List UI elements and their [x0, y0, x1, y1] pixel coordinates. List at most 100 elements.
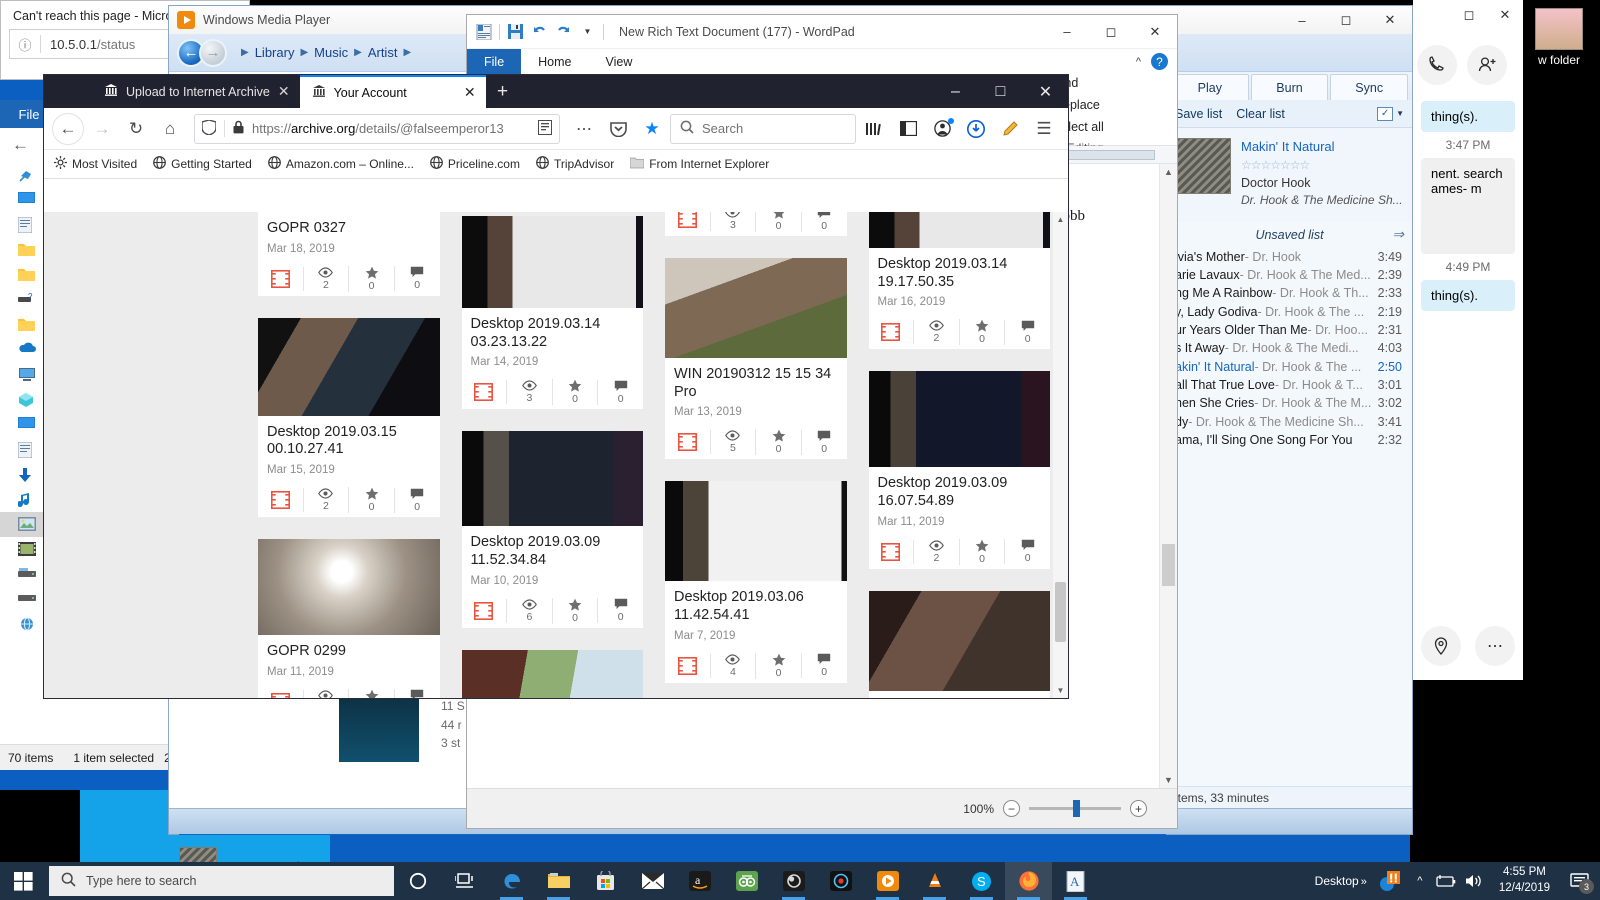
chat-window[interactable]: ◻ ✕ thing(s). 3:47 PM nent. search ames- m…: [1413, 0, 1523, 680]
star-bookmark-icon[interactable]: ★: [636, 113, 668, 145]
skype-icon[interactable]: S: [958, 862, 1005, 900]
wordpad-vertical-scrollbar[interactable]: ▲ ▼: [1159, 164, 1177, 788]
close-icon[interactable]: ✕: [464, 84, 476, 101]
playlist-item[interactable]: all That True Love - Dr. Hook & T... 3:01: [1167, 376, 1412, 394]
ellipsis-icon[interactable]: ⋯: [1475, 626, 1515, 666]
item-thumbnail[interactable]: [868, 212, 1050, 248]
archive-item-card[interactable]: Desktop 2019.03.14 03.23.13.22 Mar 14, 20…: [461, 216, 643, 410]
item-thumbnail[interactable]: [461, 431, 643, 527]
windows-start-icon[interactable]: [0, 862, 47, 900]
breadcrumb-music[interactable]: Music: [314, 45, 348, 60]
breadcrumb-library[interactable]: Library: [255, 45, 295, 60]
save-icon[interactable]: [507, 23, 524, 40]
firefox-close-button[interactable]: ✕: [1023, 75, 1068, 108]
mail-icon[interactable]: [629, 862, 676, 900]
media-app-icon[interactable]: [817, 862, 864, 900]
new-tab-button[interactable]: +: [486, 75, 520, 108]
breadcrumb-artist[interactable]: Artist: [368, 45, 398, 60]
item-thumbnail[interactable]: [665, 258, 847, 358]
tab-file[interactable]: File: [467, 49, 522, 74]
pocket-icon[interactable]: [602, 113, 634, 145]
vlc-icon[interactable]: [911, 862, 958, 900]
search-input[interactable]: Search: [670, 113, 856, 144]
wmp-minimize-button[interactable]: –: [1280, 5, 1324, 35]
now-playing-title[interactable]: Makin' It Natural: [1241, 138, 1403, 157]
action-center-warning-icon[interactable]: [1373, 862, 1407, 900]
wordpad-maximize-button[interactable]: ◻: [1089, 17, 1133, 47]
archive-item-card[interactable]: WIN 20190312 15 15 34 Pro Mar 13, 2019 5 0 0: [665, 258, 847, 460]
item-thumbnail[interactable]: [868, 590, 1050, 691]
windows-media-player-icon[interactable]: [864, 862, 911, 900]
playlist-item[interactable]: ur Years Older Than Me - Dr. Hoo... 2:31: [1167, 321, 1412, 339]
playlist-item[interactable]: ama, I'll Sing One Song For You 2:32: [1167, 431, 1412, 449]
redo-icon[interactable]: [555, 23, 572, 40]
archive-item-card[interactable]: GOPR 0327 Mar 18, 2019 2 0 0: [258, 212, 440, 296]
zoom-slider-thumb[interactable]: [1073, 800, 1080, 817]
bookmark-item-amazon-com-online[interactable]: Amazon.com – Online...: [267, 156, 414, 172]
zoom-slider[interactable]: [1029, 800, 1121, 817]
playlist-item[interactable]: dy - Dr. Hook & The Medicine Sh... 3:41: [1167, 412, 1412, 430]
item-title[interactable]: Desktop 2019.03.15 00.10.27.41: [267, 424, 431, 459]
page-actions-icon[interactable]: ⋯: [568, 113, 600, 145]
clear-list-button[interactable]: Clear list: [1236, 107, 1285, 121]
scrollbar-thumb[interactable]: [1162, 544, 1175, 586]
tab-home[interactable]: Home: [521, 49, 588, 74]
obs-icon[interactable]: [770, 862, 817, 900]
playlist-item[interactable]: arie Lavaux - Dr. Hook & The Med... 2:39: [1167, 266, 1412, 284]
battery-icon[interactable]: [1433, 862, 1459, 900]
save-list-button[interactable]: Save list: [1175, 107, 1222, 121]
search-input[interactable]: Type here to search: [49, 866, 394, 896]
firefox-minimize-button[interactable]: –: [933, 75, 978, 108]
task-view-icon[interactable]: [441, 862, 488, 900]
firefox-window[interactable]: Upload to Internet Archive ✕ Your Accoun…: [44, 75, 1068, 698]
item-thumbnail[interactable]: [665, 481, 847, 582]
item-title[interactable]: Desktop 2019.03.09 11.52.34.84: [471, 534, 635, 569]
padlock-icon[interactable]: [233, 120, 244, 137]
action-center-icon[interactable]: 3: [1560, 862, 1600, 900]
bookmark-item-from-internet-explorer[interactable]: From Internet Explorer: [629, 157, 769, 172]
bookmark-item-tripadvisor[interactable]: TripAdvisor: [536, 156, 614, 172]
location-pin-icon[interactable]: [1421, 626, 1461, 666]
edge-icon[interactable]: [488, 862, 535, 900]
back-arrow-icon[interactable]: ←: [12, 135, 29, 155]
bookmark-item-getting-started[interactable]: Getting Started: [153, 156, 252, 172]
microsoft-store-icon[interactable]: [582, 862, 629, 900]
scroll-down-arrow-icon[interactable]: ▼: [1053, 683, 1068, 698]
sidebar-icon[interactable]: [892, 113, 924, 145]
item-title[interactable]: GOPR 0299: [267, 643, 431, 661]
archive-item-card[interactable]: Desktop 2019.03.06 11.42.54.41 Mar 7, 201…: [665, 481, 847, 683]
downloads-icon[interactable]: [960, 113, 992, 145]
cortana-icon[interactable]: [394, 862, 441, 900]
tab-sync[interactable]: Sync: [1330, 74, 1409, 100]
playlist-expand-icon[interactable]: ⇒: [1392, 226, 1404, 243]
scroll-up-arrow-icon[interactable]: ▲: [1053, 212, 1068, 227]
amazon-icon[interactable]: a: [676, 862, 723, 900]
wmp-close-button[interactable]: ✕: [1368, 5, 1412, 35]
show-desktop-button[interactable]: Desktop »: [1309, 874, 1373, 888]
tab-play[interactable]: Play: [1171, 74, 1249, 100]
archive-item-card[interactable]: GOPR 0299Mar 11, 20191400: [258, 539, 440, 698]
tab-your-account[interactable]: Your Account ✕: [299, 75, 486, 108]
url-bar[interactable]: https://archive.org/details/@falseempero…: [194, 113, 560, 144]
home-icon[interactable]: ⌂: [154, 113, 186, 145]
archive-item-card[interactable]: Desktop 2019.03.15 00.10.27.41 Mar 15, 20…: [258, 317, 440, 518]
chat-close-button[interactable]: ✕: [1487, 0, 1523, 30]
item-title[interactable]: Desktop 2019.03.14 03.23.13.22: [471, 316, 635, 351]
archive-item-card[interactable]: Desktop 2019.03.14 19.17.50.35 Mar 16, 20…: [868, 212, 1050, 350]
desktop-folder-icon[interactable]: w folder: [1522, 8, 1596, 67]
scroll-down-arrow-icon[interactable]: ▼: [1160, 772, 1177, 788]
file-explorer-icon[interactable]: [535, 862, 582, 900]
zoom-in-button[interactable]: +: [1130, 800, 1147, 817]
item-title[interactable]: Desktop 2019.03.09 16.07.54.89: [878, 475, 1042, 510]
firefox-icon[interactable]: [1005, 862, 1052, 900]
shield-icon[interactable]: [201, 118, 217, 138]
playlist-item[interactable]: lvia's Mother - Dr. Hook 3:49: [1167, 248, 1412, 266]
playlist-item[interactable]: akin' It Natural - Dr. Hook & The ... 2:5…: [1167, 358, 1412, 376]
item-thumbnail[interactable]: [461, 216, 643, 308]
phone-icon[interactable]: [1417, 45, 1457, 85]
undo-icon[interactable]: [531, 23, 548, 40]
list-options-dropdown[interactable]: ✓ ▼: [1377, 106, 1404, 121]
scrollbar-thumb[interactable]: [1055, 582, 1066, 642]
bookmark-item-most-visited[interactable]: Most Visited: [54, 156, 137, 172]
archive-item-card[interactable]: Desktop 2019.03.09 11.52.34.84 Mar 10, 20…: [461, 431, 643, 628]
